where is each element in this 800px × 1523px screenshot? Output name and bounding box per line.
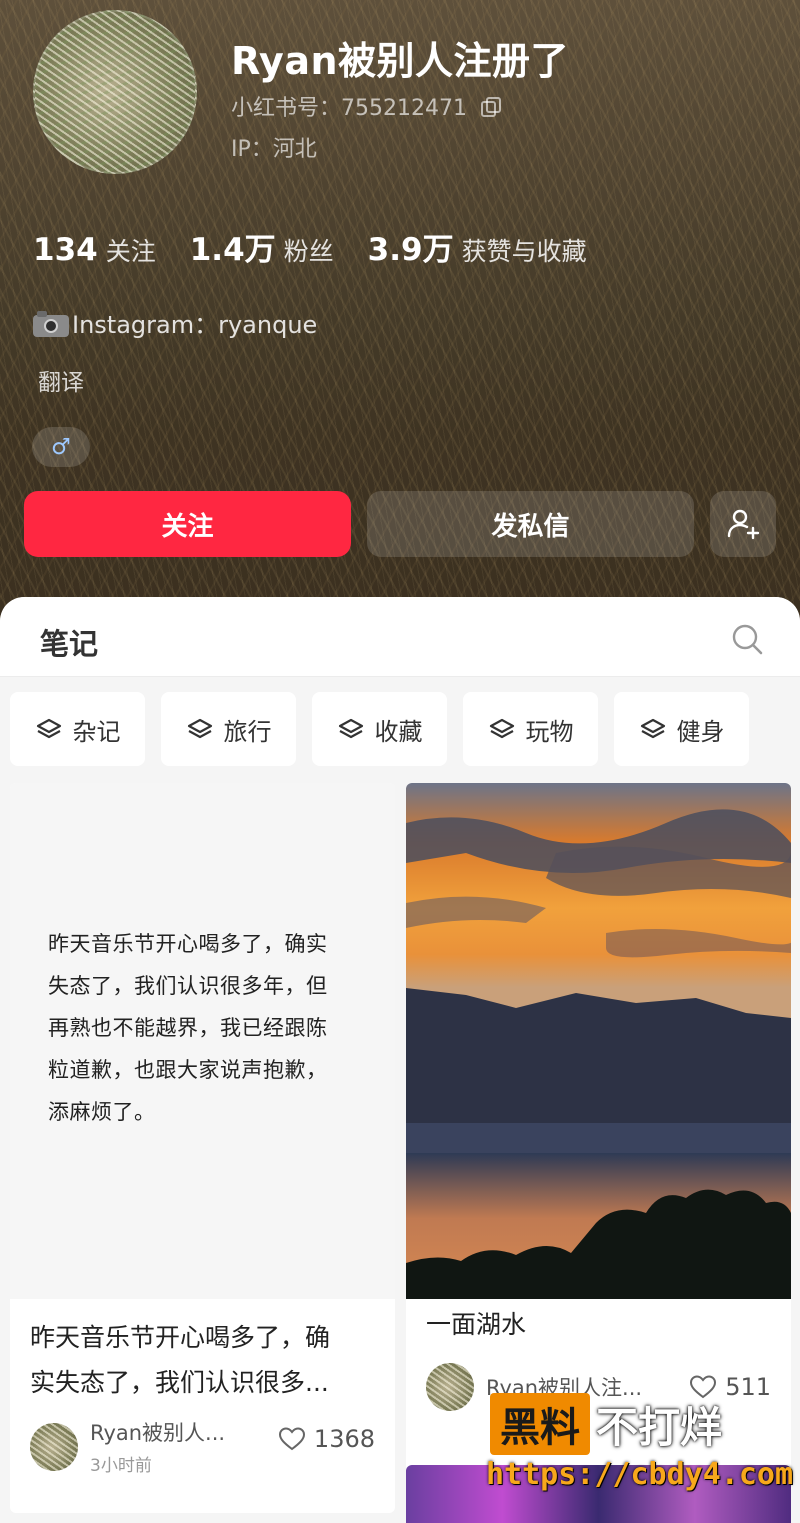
copy-icon[interactable]	[480, 97, 501, 117]
layers-icon	[338, 718, 363, 739]
stat-following[interactable]: 134 关注	[33, 232, 156, 268]
category-chip[interactable]: 旅行	[161, 692, 296, 766]
note-card[interactable]: 昨天音乐节开心喝多了，确实 失态了，我们认识很多年，但 再熟也不能越界，我已经跟…	[10, 783, 395, 1513]
sunset-lake-photo	[406, 783, 791, 1299]
add-user-icon	[727, 509, 760, 540]
stat-likes-count: 3.9万	[367, 232, 454, 268]
avatar[interactable]	[33, 10, 197, 174]
like-button[interactable]: 1368	[278, 1425, 375, 1453]
note-title-line: 昨天音乐节开心喝多了，确	[30, 1323, 331, 1352]
cover-line: 粒道歉，也跟大家说声抱歉，	[48, 1058, 328, 1082]
message-button[interactable]: 发私信	[367, 491, 694, 557]
stat-fans-count: 1.4万	[189, 232, 276, 268]
category-label: 收藏	[374, 717, 423, 746]
note-card[interactable]: 一面湖水 Ryan被别人注... 511	[406, 783, 791, 1473]
note-text-cover: 昨天音乐节开心喝多了，确实 失态了，我们认识很多年，但 再熟也不能越界，我已经跟…	[10, 783, 395, 1299]
profile-name: Ryan被别人注册了	[231, 39, 570, 83]
ip-location: IP：河北	[231, 137, 317, 162]
watermark-url: https://cbdy4.com	[486, 1457, 794, 1492]
avatar	[30, 1422, 78, 1471]
category-chip[interactable]: 杂记	[10, 692, 145, 766]
watermark-badge: 黑料	[490, 1393, 590, 1455]
note-title-line: 实失态了，我们认识很多...	[30, 1368, 329, 1397]
search-icon[interactable]	[730, 622, 764, 656]
heart-icon	[278, 1427, 305, 1451]
post-time: 3小时前	[90, 1456, 152, 1476]
author-name: Ryan被别人...	[90, 1421, 226, 1445]
stat-following-count: 134	[33, 232, 98, 268]
category-chip[interactable]: 收藏	[312, 692, 447, 766]
camera-icon	[33, 309, 69, 337]
category-chips: 杂记 旅行 收藏 玩物 健身	[10, 692, 749, 766]
cover-line: 昨天音乐节开心喝多了，确实	[48, 932, 328, 956]
bio: Instagram：ryanque	[33, 305, 317, 340]
category-chip[interactable]: 健身	[614, 692, 749, 766]
red-id-row: 小红书号：755212471	[231, 90, 501, 122]
profile-header: Ryan被别人注册了 小红书号：755212471 IP：河北 134 关注 1…	[0, 0, 800, 620]
layers-icon	[640, 718, 665, 739]
cover-line: 失态了，我们认识很多年，但	[48, 974, 328, 998]
note-title: 一面湖水	[426, 1310, 527, 1339]
layers-icon	[36, 718, 61, 739]
avatar	[426, 1363, 474, 1411]
red-id: 小红书号：755212471	[231, 96, 467, 121]
category-label: 旅行	[223, 717, 272, 746]
translate-link[interactable]: 翻译	[38, 363, 84, 397]
notes-panel: 笔记 杂记 旅行 收藏 玩物 健身 昨天音乐节开心喝多了，确实 失态了，我们认识…	[0, 597, 800, 1523]
stat-following-label: 关注	[105, 237, 156, 266]
note-title: 昨天音乐节开心喝多了，确 实失态了，我们认识很多...	[30, 1315, 380, 1405]
stat-likes-label: 获赞与收藏	[461, 237, 587, 266]
watermark-text: 不打烊	[596, 1402, 723, 1452]
layers-icon	[187, 718, 212, 739]
category-label: 杂记	[72, 717, 121, 746]
cover-line: 添麻烦了。	[48, 1100, 156, 1124]
cover-line: 再熟也不能越界，我已经跟陈	[48, 1016, 328, 1040]
stat-fans[interactable]: 1.4万 粉丝	[190, 224, 334, 269]
note-author[interactable]: Ryan被别人... 3小时前	[30, 1417, 225, 1476]
category-label: 健身	[676, 717, 725, 746]
stat-likes[interactable]: 3.9万 获赞与收藏	[368, 224, 587, 269]
notes-tabbar: 笔记	[0, 597, 800, 677]
gender-male-icon: ♂	[32, 427, 90, 467]
add-friend-button[interactable]	[710, 491, 776, 557]
category-label: 玩物	[525, 717, 574, 746]
category-chip[interactable]: 玩物	[463, 692, 598, 766]
bio-text: Instagram：ryanque	[72, 311, 318, 339]
like-count: 1368	[313, 1425, 375, 1453]
stats-row: 134 关注 1.4万 粉丝 3.9万 获赞与收藏	[33, 224, 621, 269]
layers-icon	[489, 718, 514, 739]
watermark-logo: 黑料 不打烊	[490, 1393, 722, 1455]
stat-fans-label: 粉丝	[283, 237, 334, 266]
tab-notes[interactable]: 笔记	[40, 621, 98, 663]
like-count: 511	[725, 1373, 771, 1401]
follow-button[interactable]: 关注	[24, 491, 351, 557]
